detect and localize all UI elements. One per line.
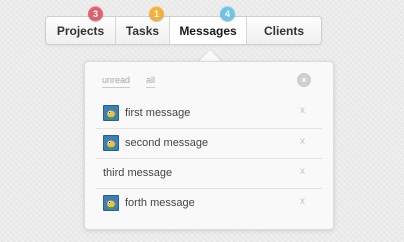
tab-tasks[interactable]: Tasks 1	[115, 6, 169, 44]
message-item[interactable]: third message x	[96, 158, 322, 187]
dismiss-message-button[interactable]: x	[300, 166, 305, 177]
filter-all-link[interactable]: all	[146, 75, 156, 88]
tab-projects[interactable]: Projects 3	[46, 6, 115, 44]
tab-projects-label: Projects	[56, 23, 105, 38]
tab-tasks-label: Tasks	[125, 23, 160, 38]
message-item[interactable]: first message x	[96, 98, 322, 127]
message-text: first message	[125, 106, 191, 119]
message-item[interactable]: forth message x	[96, 188, 322, 217]
tab-messages-label: Messages	[179, 23, 237, 38]
bird-avatar-icon	[103, 195, 119, 211]
bird-avatar-icon	[103, 104, 119, 121]
tab-clients-label: Clients	[263, 23, 304, 38]
message-item[interactable]: second message x	[96, 128, 322, 157]
messages-count-badge: 4	[220, 6, 235, 21]
dismiss-message-button[interactable]: x	[300, 136, 305, 147]
message-text: third message	[103, 167, 173, 179]
bird-avatar-icon	[103, 135, 119, 151]
tab-messages[interactable]: Messages 4	[169, 6, 246, 44]
projects-count-badge: 3	[88, 6, 103, 21]
message-text: forth message	[125, 197, 195, 209]
filter-unread-link[interactable]: unread	[102, 75, 131, 88]
tab-clients[interactable]: Clients	[246, 17, 321, 44]
tab-bar: Projects 3 Tasks 1 Messages 4 Clients	[45, 6, 322, 45]
tasks-count-badge: 1	[149, 6, 164, 21]
messages-dropdown: unread all × first message x second mess…	[84, 61, 334, 230]
x-circle-icon[interactable]: ×	[297, 73, 311, 87]
dismiss-message-button[interactable]: x	[300, 105, 305, 116]
dismiss-message-button[interactable]: x	[300, 196, 305, 207]
message-text: second message	[125, 137, 209, 149]
